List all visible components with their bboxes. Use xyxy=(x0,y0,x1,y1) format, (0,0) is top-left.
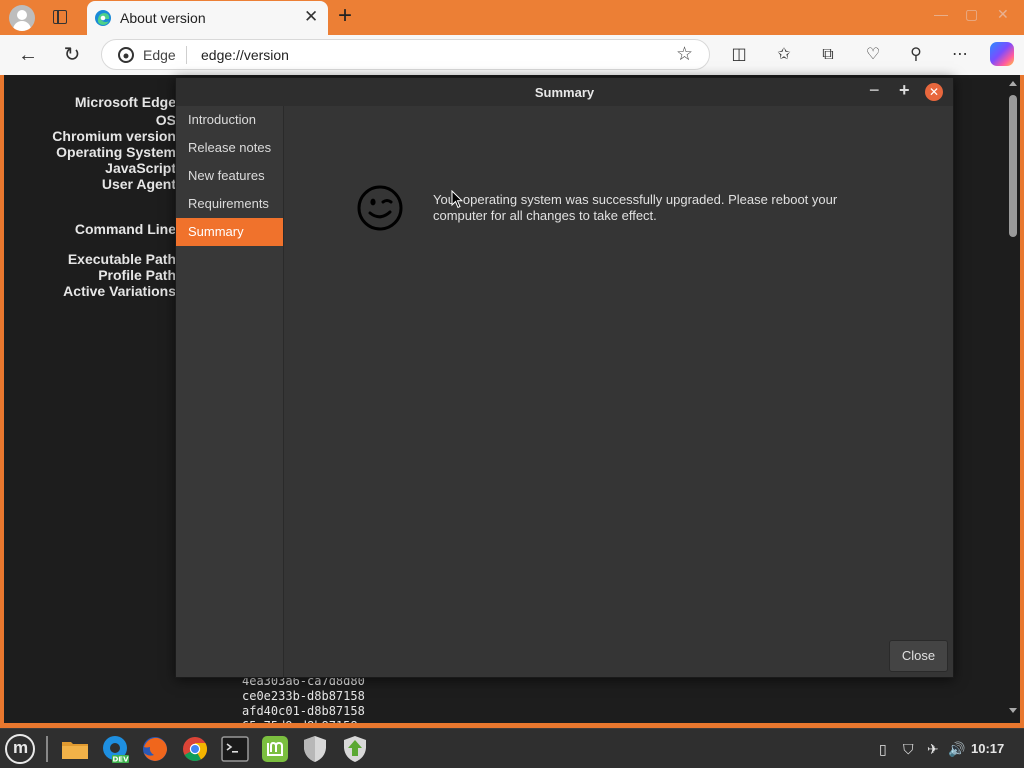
sidebar-item-introduction[interactable]: Introduction xyxy=(176,106,283,134)
upgrade-dialog: Summary − + ✕ Introduction Release notes… xyxy=(175,77,954,678)
scrollbar-thumb[interactable] xyxy=(1009,95,1017,237)
label-executable-path: Executable Path xyxy=(67,251,176,267)
upgrade-success-message: Your operating system was successfully u… xyxy=(433,192,838,223)
browser-titlebar: About version ✕ + — ▢ ✕ xyxy=(0,0,1024,35)
new-tab-icon[interactable]: + xyxy=(338,3,352,29)
scroll-down-icon[interactable] xyxy=(1009,708,1017,713)
address-brand-label: Edge xyxy=(143,47,176,63)
sidebar-item-release-notes[interactable]: Release notes xyxy=(176,134,283,162)
firefox-icon[interactable] xyxy=(140,734,170,764)
tray-shield-icon[interactable]: ⛉ xyxy=(903,741,914,758)
files-folder-icon[interactable] xyxy=(60,734,90,764)
dialog-header[interactable]: Summary − + ✕ xyxy=(176,78,953,106)
more-menu-icon[interactable]: ⋯ xyxy=(948,43,972,67)
label-os: OS xyxy=(155,112,176,128)
variation-hash: ce0e233b-d8b87158 xyxy=(242,689,365,703)
edge-favicon-icon xyxy=(95,10,111,26)
variation-hash: afd40c01-d8b87158 xyxy=(242,704,365,718)
update-manager-icon[interactable] xyxy=(340,734,370,764)
label-active-variations: Active Variations xyxy=(63,283,176,299)
dialog-minimize-icon[interactable]: − xyxy=(869,81,880,99)
sidebar-item-new-features[interactable]: New features xyxy=(176,162,283,190)
label-javascript: JavaScript xyxy=(105,160,176,176)
taskbar: DEV ▯ ⛉ ✈ 🔊 10:17 xyxy=(0,728,1024,768)
start-menu-icon[interactable] xyxy=(5,734,35,764)
edge-dev-icon[interactable]: DEV xyxy=(100,734,130,764)
tab-title: About version xyxy=(120,10,206,26)
refresh-icon[interactable]: ↻ xyxy=(58,41,86,69)
smiley-wink-icon xyxy=(357,185,403,231)
dialog-title: Summary xyxy=(534,85,595,100)
address-url[interactable]: edge://version xyxy=(201,47,289,63)
sidebar-item-requirements[interactable]: Requirements xyxy=(176,190,283,218)
label-chromium: Chromium version xyxy=(52,128,176,144)
browser-tab[interactable]: About version ✕ xyxy=(87,1,328,35)
close-button[interactable]: Close xyxy=(889,640,948,672)
extensions-icon[interactable]: ⚲ xyxy=(904,43,928,67)
split-screen-icon[interactable]: ◫ xyxy=(727,43,751,67)
collections-icon[interactable]: ⧉ xyxy=(816,43,840,67)
browser-essentials-icon[interactable]: ♡ xyxy=(861,43,885,67)
dialog-close-icon[interactable]: ✕ xyxy=(925,83,943,101)
label-operating-system: Operating System xyxy=(56,144,176,160)
window-maximize-icon[interactable]: ▢ xyxy=(965,6,978,23)
label-product: Microsoft Edge xyxy=(74,94,176,110)
terminal-icon[interactable] xyxy=(220,734,250,764)
mint-software-icon[interactable] xyxy=(260,734,290,764)
copilot-icon[interactable] xyxy=(990,42,1014,66)
mouse-cursor-icon xyxy=(451,190,463,209)
profile-avatar-icon[interactable] xyxy=(9,5,35,31)
label-command-line: Command Line xyxy=(74,221,176,237)
window-minimize-icon[interactable]: — xyxy=(934,6,948,22)
address-separator xyxy=(186,46,187,64)
address-bar[interactable]: Edge edge://version ☆ xyxy=(101,39,710,70)
page-scrollbar[interactable] xyxy=(1006,75,1020,723)
sidebar-item-summary[interactable]: Summary xyxy=(176,218,283,246)
scroll-up-icon[interactable] xyxy=(1009,81,1017,86)
window-close-icon[interactable]: ✕ xyxy=(997,6,1009,23)
chrome-icon[interactable] xyxy=(180,734,210,764)
network-icon[interactable]: ✈ xyxy=(927,741,939,758)
taskbar-separator xyxy=(46,736,48,762)
favorite-star-icon[interactable]: ☆ xyxy=(676,43,693,66)
tab-actions-icon[interactable] xyxy=(53,10,67,24)
edge-logo-icon xyxy=(118,47,134,63)
keyboard-layout-icon[interactable]: ▯ xyxy=(879,741,887,758)
favorites-icon[interactable]: ✩ xyxy=(772,43,796,67)
dialog-sidebar: Introduction Release notes New features … xyxy=(176,106,284,677)
tab-close-icon[interactable]: ✕ xyxy=(304,8,318,26)
back-icon[interactable]: ← xyxy=(14,41,42,69)
label-user-agent: User Agent xyxy=(101,176,176,192)
dialog-maximize-icon[interactable]: + xyxy=(899,81,910,99)
volume-icon[interactable]: 🔊 xyxy=(948,741,965,758)
svg-text:DEV: DEV xyxy=(112,756,129,764)
clock[interactable]: 10:17 xyxy=(971,741,1004,756)
browser-toolbar: ← ↻ Edge edge://version ☆ ◫ ✩ ⧉ ♡ ⚲ ⋯ xyxy=(0,35,1024,75)
label-profile-path: Profile Path xyxy=(98,267,176,283)
shield-icon[interactable] xyxy=(300,734,330,764)
